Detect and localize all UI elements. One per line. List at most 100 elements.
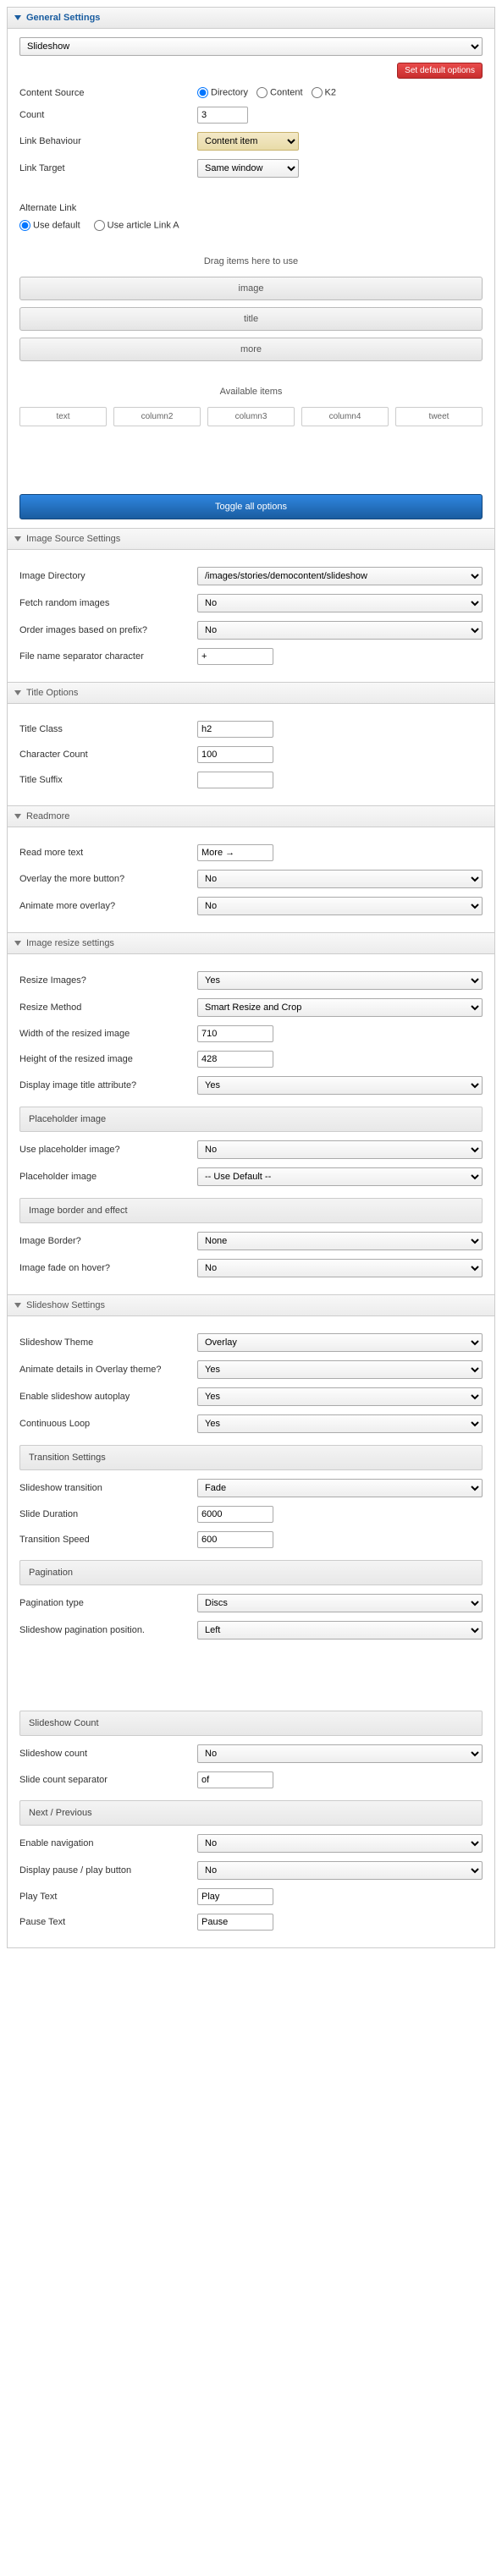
link-target-select[interactable]: Same window bbox=[197, 159, 299, 178]
order-prefix-select[interactable]: No bbox=[197, 621, 483, 640]
section-title-options-header[interactable]: Title Options bbox=[8, 682, 494, 704]
autoplay-label: Enable slideshow autoplay bbox=[19, 1392, 197, 1402]
radio-content[interactable]: Content bbox=[257, 87, 303, 98]
slide-duration-input[interactable] bbox=[197, 1506, 273, 1523]
resize-method-select[interactable]: Smart Resize and Crop bbox=[197, 998, 483, 1017]
pause-play-select[interactable]: No bbox=[197, 1861, 483, 1880]
radio-use-default[interactable]: Use default bbox=[19, 220, 80, 231]
slideshow-count-heading: Slideshow Count bbox=[19, 1711, 483, 1736]
section-title: Image Source Settings bbox=[26, 534, 120, 544]
avail-item[interactable]: column2 bbox=[113, 407, 201, 426]
image-border-label: Image Border? bbox=[19, 1236, 197, 1246]
section-image-resize-header[interactable]: Image resize settings bbox=[8, 932, 494, 954]
animate-details-label: Animate details in Overlay theme? bbox=[19, 1365, 197, 1375]
use-placeholder-select[interactable]: No bbox=[197, 1140, 483, 1159]
placeholder-image-heading: Placeholder image bbox=[19, 1107, 483, 1132]
next-prev-heading: Next / Previous bbox=[19, 1800, 483, 1826]
module-type-select[interactable]: Slideshow bbox=[19, 37, 483, 56]
animate-more-label: Animate more overlay? bbox=[19, 901, 197, 911]
slideshow-count-select[interactable]: No bbox=[197, 1744, 483, 1763]
drag-item[interactable]: more bbox=[19, 338, 483, 361]
pagination-heading: Pagination bbox=[19, 1560, 483, 1585]
transition-speed-input[interactable] bbox=[197, 1531, 273, 1548]
avail-item[interactable]: tweet bbox=[395, 407, 483, 426]
radio-use-article-link-a[interactable]: Use article Link A bbox=[94, 220, 179, 231]
image-directory-label: Image Directory bbox=[19, 571, 197, 581]
drag-item[interactable]: image bbox=[19, 277, 483, 300]
resize-images-select[interactable]: Yes bbox=[197, 971, 483, 990]
chevron-down-icon bbox=[14, 814, 21, 819]
chevron-down-icon bbox=[14, 536, 21, 541]
order-prefix-label: Order images based on prefix? bbox=[19, 625, 197, 635]
char-count-label: Character Count bbox=[19, 750, 197, 760]
link-behaviour-label: Link Behaviour bbox=[19, 136, 197, 146]
display-title-attr-label: Display image title attribute? bbox=[19, 1080, 197, 1090]
avail-item[interactable]: column4 bbox=[301, 407, 389, 426]
placeholder-image-label: Placeholder image bbox=[19, 1172, 197, 1182]
fade-hover-select[interactable]: No bbox=[197, 1259, 483, 1277]
section-title: Image resize settings bbox=[26, 938, 114, 948]
title-suffix-label: Title Suffix bbox=[19, 775, 197, 785]
image-border-select[interactable]: None bbox=[197, 1232, 483, 1250]
separator-input[interactable] bbox=[197, 648, 273, 665]
section-title: Slideshow Settings bbox=[26, 1300, 105, 1310]
count-label: Count bbox=[19, 110, 197, 120]
enable-navigation-select[interactable]: No bbox=[197, 1834, 483, 1853]
title-suffix-input[interactable] bbox=[197, 772, 273, 788]
separator-label: File name separator character bbox=[19, 651, 197, 662]
slideshow-theme-select[interactable]: Overlay bbox=[197, 1333, 483, 1352]
section-readmore-header[interactable]: Readmore bbox=[8, 805, 494, 827]
link-behaviour-select[interactable]: Content item bbox=[197, 132, 299, 151]
loop-select[interactable]: Yes bbox=[197, 1414, 483, 1433]
chevron-down-icon bbox=[14, 690, 21, 695]
count-separator-input[interactable] bbox=[197, 1771, 273, 1788]
drag-heading: Drag items here to use bbox=[19, 256, 483, 266]
placeholder-image-select[interactable]: -- Use Default -- bbox=[197, 1167, 483, 1186]
play-text-input[interactable] bbox=[197, 1888, 273, 1905]
enable-navigation-label: Enable navigation bbox=[19, 1838, 197, 1848]
pause-text-input[interactable] bbox=[197, 1914, 273, 1931]
pagination-position-label: Slideshow pagination position. bbox=[19, 1625, 197, 1635]
animate-more-select[interactable]: No bbox=[197, 897, 483, 915]
title-class-label: Title Class bbox=[19, 724, 197, 734]
pause-text-label: Pause Text bbox=[19, 1917, 197, 1927]
display-title-attr-select[interactable]: Yes bbox=[197, 1076, 483, 1095]
height-input[interactable] bbox=[197, 1051, 273, 1068]
drag-item[interactable]: title bbox=[19, 307, 483, 331]
border-effect-heading: Image border and effect bbox=[19, 1198, 483, 1223]
autoplay-select[interactable]: Yes bbox=[197, 1387, 483, 1406]
available-heading: Available items bbox=[19, 387, 483, 397]
section-image-source-header[interactable]: Image Source Settings bbox=[8, 528, 494, 550]
slideshow-transition-select[interactable]: Fade bbox=[197, 1479, 483, 1497]
read-more-text-label: Read more text bbox=[19, 848, 197, 858]
chevron-down-icon bbox=[14, 1303, 21, 1308]
width-input[interactable] bbox=[197, 1025, 273, 1042]
title-class-input[interactable] bbox=[197, 721, 273, 738]
section-general-header[interactable]: General Settings bbox=[8, 8, 494, 29]
read-more-text-input[interactable] bbox=[197, 844, 273, 861]
set-default-button[interactable]: Set default options bbox=[397, 63, 483, 79]
toggle-all-button[interactable]: Toggle all options bbox=[19, 494, 483, 519]
image-directory-select[interactable]: /images/stories/democontent/slideshow bbox=[197, 567, 483, 585]
pagination-type-select[interactable]: Discs bbox=[197, 1594, 483, 1612]
radio-k2[interactable]: K2 bbox=[312, 87, 336, 98]
char-count-input[interactable] bbox=[197, 746, 273, 763]
slideshow-transition-label: Slideshow transition bbox=[19, 1483, 197, 1493]
avail-item[interactable]: text bbox=[19, 407, 107, 426]
fade-hover-label: Image fade on hover? bbox=[19, 1263, 197, 1273]
animate-details-select[interactable]: Yes bbox=[197, 1360, 483, 1379]
overlay-more-select[interactable]: No bbox=[197, 870, 483, 888]
play-text-label: Play Text bbox=[19, 1892, 197, 1902]
fetch-random-select[interactable]: No bbox=[197, 594, 483, 612]
avail-item[interactable]: column3 bbox=[207, 407, 295, 426]
section-title: General Settings bbox=[26, 13, 100, 23]
count-input[interactable] bbox=[197, 107, 248, 124]
slideshow-theme-label: Slideshow Theme bbox=[19, 1337, 197, 1348]
slideshow-count-label: Slideshow count bbox=[19, 1749, 197, 1759]
overlay-more-label: Overlay the more button? bbox=[19, 874, 197, 884]
pagination-position-select[interactable]: Left bbox=[197, 1621, 483, 1640]
link-target-label: Link Target bbox=[19, 163, 197, 173]
section-slideshow-header[interactable]: Slideshow Settings bbox=[8, 1294, 494, 1316]
transition-speed-label: Transition Speed bbox=[19, 1535, 197, 1545]
radio-directory[interactable]: Directory bbox=[197, 87, 248, 98]
